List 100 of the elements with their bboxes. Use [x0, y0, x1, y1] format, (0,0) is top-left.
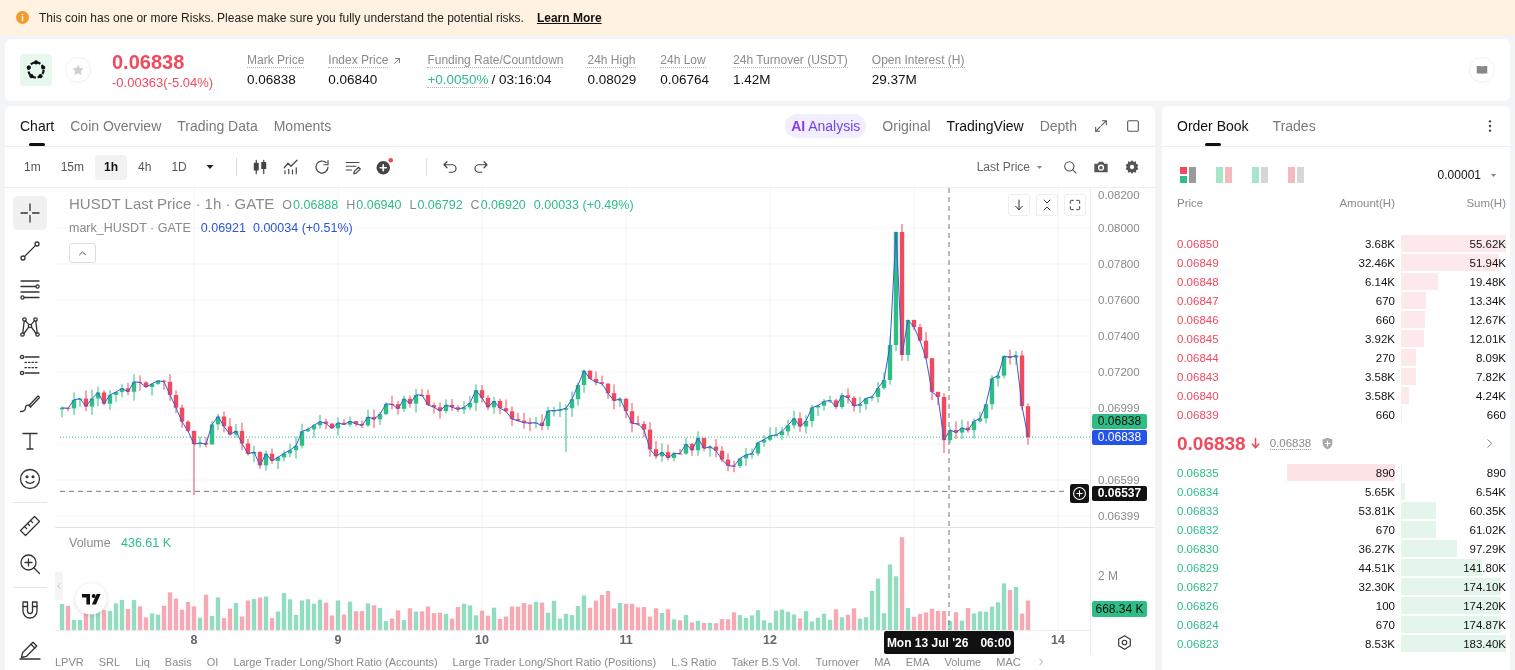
bid-price: 0.06834 [1177, 485, 1220, 498]
frame-corners-icon [1068, 198, 1082, 212]
last-price: 0.06838 [112, 50, 186, 74]
ask-amount: 660 [1375, 408, 1395, 421]
bid-total: 61.02K [1469, 523, 1506, 536]
bid-total: 174.10K [1463, 580, 1506, 593]
ask-price: 0.06847 [1177, 294, 1220, 307]
view-tab[interactable]: Original [882, 114, 931, 138]
chart-tab[interactable]: Chart [20, 106, 55, 146]
search-icon[interactable] [1062, 159, 1078, 175]
ohlc-label: L [409, 198, 417, 212]
indicator-tab[interactable]: MA [874, 655, 891, 669]
view-tab[interactable]: Depth [1039, 114, 1077, 138]
circular-arrow-icon[interactable] [312, 158, 331, 176]
ohlc-value: 0.06792 [417, 198, 463, 212]
chart-tab[interactable]: Coin Overview [70, 106, 162, 146]
ask-price: 0.06845 [1177, 332, 1220, 345]
ask-price: 0.06850 [1177, 237, 1220, 250]
indicator-tab[interactable]: L.S Ratio [671, 655, 717, 669]
price-source-dropdown[interactable]: Last Price [976, 160, 1044, 174]
undo-icon[interactable] [440, 158, 459, 176]
price-axis-label: 0.07800 [1098, 258, 1140, 270]
bid-price: 0.06833 [1177, 504, 1220, 517]
bid-amount: 36.27K [1358, 542, 1395, 555]
bid-total: 6.54K [1475, 485, 1506, 498]
stat-label: Funding Rate/Countdown [427, 52, 564, 68]
bid-amount: 44.51K [1358, 561, 1395, 574]
bid-amount: 32.30K [1358, 580, 1395, 593]
ask-price: 0.06844 [1177, 351, 1220, 364]
indicator-tab[interactable]: Large Trader Long/Short Ratio (Accounts) [233, 655, 438, 669]
view-tab[interactable]: TradingView [946, 114, 1024, 138]
price-axis-label: 0.08000 [1098, 222, 1140, 234]
ask-amount: 3.92K [1364, 332, 1395, 345]
settings-icon[interactable] [1124, 159, 1140, 175]
drawing-tool-button[interactable] [13, 196, 47, 230]
plus-icon[interactable] [1070, 483, 1089, 503]
square-icon[interactable] [1125, 118, 1141, 134]
interval-button[interactable]: 4h [129, 154, 161, 180]
interval-button[interactable]: 15m [51, 154, 93, 180]
ask-total: 51.94K [1469, 256, 1506, 269]
stat-label: 24h Turnover (USDT) [733, 53, 848, 68]
indicator-tab[interactable]: Basis [164, 655, 192, 669]
volume-axis-label: 2 M [1098, 569, 1118, 583]
risk-message: This coin has one or more Risks. Please make sure you fully understand the potential risks. [39, 10, 524, 25]
depth-bar [1401, 502, 1436, 519]
interval-button[interactable]: 1m [15, 154, 50, 180]
ohlc-label: C [470, 198, 480, 212]
interval-button[interactable]: 1D [162, 154, 196, 180]
indicator-tab[interactable]: Liq [135, 655, 150, 669]
camera-icon[interactable] [1093, 159, 1109, 175]
indicator-tab[interactable]: LPVR [55, 655, 84, 669]
price-axis-label: 0.07400 [1098, 330, 1140, 342]
candle-change: 0.00033 (+0.49%) [533, 198, 634, 212]
ask-price: 0.06849 [1177, 256, 1220, 269]
chart-tab[interactable]: Moments [273, 106, 332, 146]
fit-screen-button[interactable] [1064, 194, 1086, 216]
layout-icon[interactable] [1179, 166, 1197, 184]
learn-more-link[interactable]: Learn More [536, 10, 602, 25]
indicator-tab[interactable]: Large Trader Long/Short Ratio (Positions) [452, 655, 657, 669]
chevron-left-icon [55, 581, 63, 591]
bid-price: 0.06832 [1177, 523, 1220, 536]
time-axis-label: 14 [1050, 633, 1066, 647]
order-book-tab[interactable]: Order Book [1177, 106, 1249, 146]
bid-price: 0.06824 [1177, 618, 1220, 631]
scroll-down-button[interactable] [1008, 194, 1030, 216]
bid-total: 183.40K [1463, 637, 1506, 650]
order-book-tab[interactable]: Trades [1272, 106, 1316, 146]
line-chart-icon[interactable] [281, 158, 300, 176]
ai-analysis-button[interactable]: AI Analysis [785, 114, 867, 138]
stat-label: 24h High [587, 53, 636, 68]
ask-amount: 6.14K [1364, 275, 1395, 288]
expand-icon[interactable] [1093, 118, 1109, 134]
interval-button[interactable]: 1h [95, 154, 128, 180]
indicator-tab[interactable]: EMA [905, 655, 930, 669]
plus-circle-icon[interactable] [374, 158, 393, 176]
indicator-tab[interactable]: Volume [944, 655, 982, 669]
indicator-tab[interactable]: Turnover [815, 655, 860, 669]
depth-bar [1401, 540, 1457, 557]
ask-price: 0.06846 [1177, 313, 1220, 326]
redo-icon[interactable] [471, 158, 490, 176]
column-header: Price [1177, 197, 1205, 209]
ask-amount: 3.58K [1364, 370, 1395, 383]
collapse-pane-button[interactable] [1036, 194, 1058, 216]
time-axis-label: 8 [189, 633, 199, 647]
mark-change: 0.00034 (+0.51%) [252, 221, 353, 235]
stat-value: 1.42M [733, 72, 771, 87]
indicator-tab[interactable]: OI [206, 655, 219, 669]
indicator-tab[interactable]: Taker B.S Vol. [731, 655, 801, 669]
chart-tab[interactable]: Trading Data [177, 106, 258, 146]
indicator-tab[interactable]: MAC [996, 655, 1021, 669]
precision-dropdown[interactable]: 0.00001 [1437, 168, 1498, 182]
indicator-tab[interactable]: SRL [98, 655, 121, 669]
column-header: Sum(H) [1465, 197, 1506, 209]
bid-price: 0.06835 [1177, 466, 1220, 479]
ask-amount: 660 [1375, 313, 1395, 326]
coin-logo-icon [20, 54, 52, 86]
ask-total: 55.62K [1469, 237, 1506, 250]
book-icon [1475, 63, 1489, 77]
settings-icon[interactable] [1116, 634, 1133, 651]
bid-total: 141.80K [1463, 561, 1506, 574]
